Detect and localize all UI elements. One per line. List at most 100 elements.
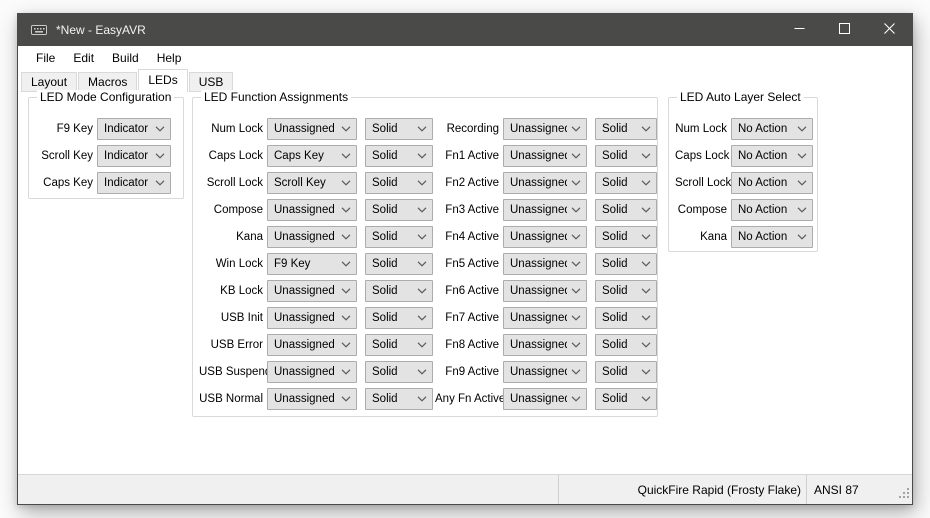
combo-fn6-active-assign[interactable]: Unassigned xyxy=(503,280,587,302)
chevron-down-icon xyxy=(641,261,651,267)
combo-scroll-key-mode[interactable]: Indicator xyxy=(97,145,171,167)
combo-compose-assign-value: Unassigned xyxy=(274,204,337,216)
combo-scroll-lock-auto-layer[interactable]: No Action xyxy=(731,172,813,194)
combo-win-lock-style-value: Solid xyxy=(372,258,413,270)
combo-fn8-active-style[interactable]: Solid xyxy=(595,334,657,356)
combo-fn5-active-style[interactable]: Solid xyxy=(595,253,657,275)
combo-compose-assign[interactable]: Unassigned xyxy=(267,199,357,221)
combo-scroll-lock-style[interactable]: Solid xyxy=(365,172,433,194)
label-scroll-lock: Scroll Lock xyxy=(199,177,263,189)
combo-fn8-active-style-value: Solid xyxy=(602,339,637,351)
close-button[interactable] xyxy=(867,14,912,46)
tab-strip: LayoutMacrosLEDsUSB xyxy=(18,69,912,92)
chevron-down-icon xyxy=(417,207,427,213)
keyboard-icon xyxy=(31,24,47,36)
combo-win-lock-style[interactable]: Solid xyxy=(365,253,433,275)
menu-bar: FileEditBuildHelp xyxy=(18,46,912,69)
chevron-down-icon xyxy=(571,234,581,240)
combo-recording-assign[interactable]: Unassigned xyxy=(503,118,587,140)
combo-f9-key-mode-value: Indicator xyxy=(104,123,151,135)
combo-fn3-active-assign[interactable]: Unassigned xyxy=(503,199,587,221)
combo-usb-init-style-value: Solid xyxy=(372,312,413,324)
chevron-down-icon xyxy=(641,180,651,186)
minimize-button[interactable] xyxy=(777,14,822,46)
combo-fn3-active-style[interactable]: Solid xyxy=(595,199,657,221)
menu-build[interactable]: Build xyxy=(103,46,148,69)
combo-usb-normal-style[interactable]: Solid xyxy=(365,388,433,410)
combo-fn2-active-style[interactable]: Solid xyxy=(595,172,657,194)
combo-usb-init-style[interactable]: Solid xyxy=(365,307,433,329)
combo-num-lock-style[interactable]: Solid xyxy=(365,118,433,140)
combo-num-lock-style-value: Solid xyxy=(372,123,413,135)
chevron-down-icon xyxy=(641,342,651,348)
combo-scroll-lock-assign[interactable]: Scroll Key xyxy=(267,172,357,194)
combo-usb-normal-assign[interactable]: Unassigned xyxy=(267,388,357,410)
minimize-icon xyxy=(794,21,805,39)
chevron-down-icon xyxy=(641,126,651,132)
combo-kana-style[interactable]: Solid xyxy=(365,226,433,248)
combo-usb-suspend-style[interactable]: Solid xyxy=(365,361,433,383)
chevron-down-icon xyxy=(155,126,165,132)
combo-fn4-active-style[interactable]: Solid xyxy=(595,226,657,248)
row-fn1-active: Fn1 ActiveUnassignedSolid xyxy=(435,145,657,167)
combo-fn7-active-assign-value: Unassigned xyxy=(510,312,567,324)
combo-kb-lock-assign[interactable]: Unassigned xyxy=(267,280,357,302)
combo-usb-error-style[interactable]: Solid xyxy=(365,334,433,356)
combo-kana-assign[interactable]: Unassigned xyxy=(267,226,357,248)
group-led-auto-layer-select: LED Auto Layer Select Num LockNo ActionC… xyxy=(668,97,818,252)
combo-caps-lock-auto-layer-value: No Action xyxy=(738,150,793,162)
combo-caps-lock-assign[interactable]: Caps Key xyxy=(267,145,357,167)
combo-usb-error-assign[interactable]: Unassigned xyxy=(267,334,357,356)
combo-fn8-active-assign[interactable]: Unassigned xyxy=(503,334,587,356)
combo-fn5-active-assign[interactable]: Unassigned xyxy=(503,253,587,275)
menu-file[interactable]: File xyxy=(27,46,64,69)
group-led-mode-configuration: LED Mode Configuration F9 KeyIndicatorSc… xyxy=(28,97,184,199)
combo-caps-key-mode[interactable]: Indicator xyxy=(97,172,171,194)
combo-win-lock-assign[interactable]: F9 Key xyxy=(267,253,357,275)
combo-caps-lock-style[interactable]: Solid xyxy=(365,145,433,167)
group-title: LED Mode Configuration xyxy=(37,90,174,104)
combo-compose-style[interactable]: Solid xyxy=(365,199,433,221)
menu-help[interactable]: Help xyxy=(148,46,191,69)
combo-any-fn-active-assign[interactable]: Unassigned xyxy=(503,388,587,410)
tab-usb[interactable]: USB xyxy=(189,72,234,92)
chevron-down-icon xyxy=(417,153,427,159)
combo-fn9-active-assign[interactable]: Unassigned xyxy=(503,361,587,383)
led-function-right-column: RecordingUnassignedSolidFn1 ActiveUnassi… xyxy=(435,118,657,410)
combo-caps-lock-auto-layer[interactable]: No Action xyxy=(731,145,813,167)
combo-compose-auto-layer[interactable]: No Action xyxy=(731,199,813,221)
combo-recording-assign-value: Unassigned xyxy=(510,123,567,135)
combo-recording-style-value: Solid xyxy=(602,123,637,135)
combo-fn1-active-assign[interactable]: Unassigned xyxy=(503,145,587,167)
tab-layout[interactable]: Layout xyxy=(21,72,77,92)
combo-any-fn-active-assign-value: Unassigned xyxy=(510,393,567,405)
resize-grip-icon[interactable] xyxy=(899,488,910,502)
combo-num-lock-auto-layer[interactable]: No Action xyxy=(731,118,813,140)
menu-edit[interactable]: Edit xyxy=(64,46,103,69)
combo-f9-key-mode[interactable]: Indicator xyxy=(97,118,171,140)
combo-fn9-active-style[interactable]: Solid xyxy=(595,361,657,383)
tab-leds[interactable]: LEDs xyxy=(138,69,187,92)
chevron-down-icon xyxy=(341,369,351,375)
combo-fn6-active-style[interactable]: Solid xyxy=(595,280,657,302)
tab-macros[interactable]: Macros xyxy=(78,72,137,92)
combo-fn4-active-assign[interactable]: Unassigned xyxy=(503,226,587,248)
combo-fn7-active-assign[interactable]: Unassigned xyxy=(503,307,587,329)
combo-kb-lock-style-value: Solid xyxy=(372,285,413,297)
combo-fn7-active-style[interactable]: Solid xyxy=(595,307,657,329)
combo-num-lock-assign[interactable]: Unassigned xyxy=(267,118,357,140)
label-caps-lock: Caps Lock xyxy=(675,150,727,162)
combo-kb-lock-style[interactable]: Solid xyxy=(365,280,433,302)
label-usb-init: USB Init xyxy=(199,312,263,324)
combo-fn1-active-style[interactable]: Solid xyxy=(595,145,657,167)
chevron-down-icon xyxy=(571,342,581,348)
maximize-button[interactable] xyxy=(822,14,867,46)
combo-fn2-active-assign[interactable]: Unassigned xyxy=(503,172,587,194)
combo-recording-style[interactable]: Solid xyxy=(595,118,657,140)
combo-usb-init-assign[interactable]: Unassigned xyxy=(267,307,357,329)
combo-any-fn-active-style[interactable]: Solid xyxy=(595,388,657,410)
combo-kana-auto-layer[interactable]: No Action xyxy=(731,226,813,248)
group-led-function-assignments: LED Function Assignments Num LockUnassig… xyxy=(192,97,658,417)
chevron-down-icon xyxy=(341,153,351,159)
combo-usb-suspend-assign[interactable]: Unassigned xyxy=(267,361,357,383)
